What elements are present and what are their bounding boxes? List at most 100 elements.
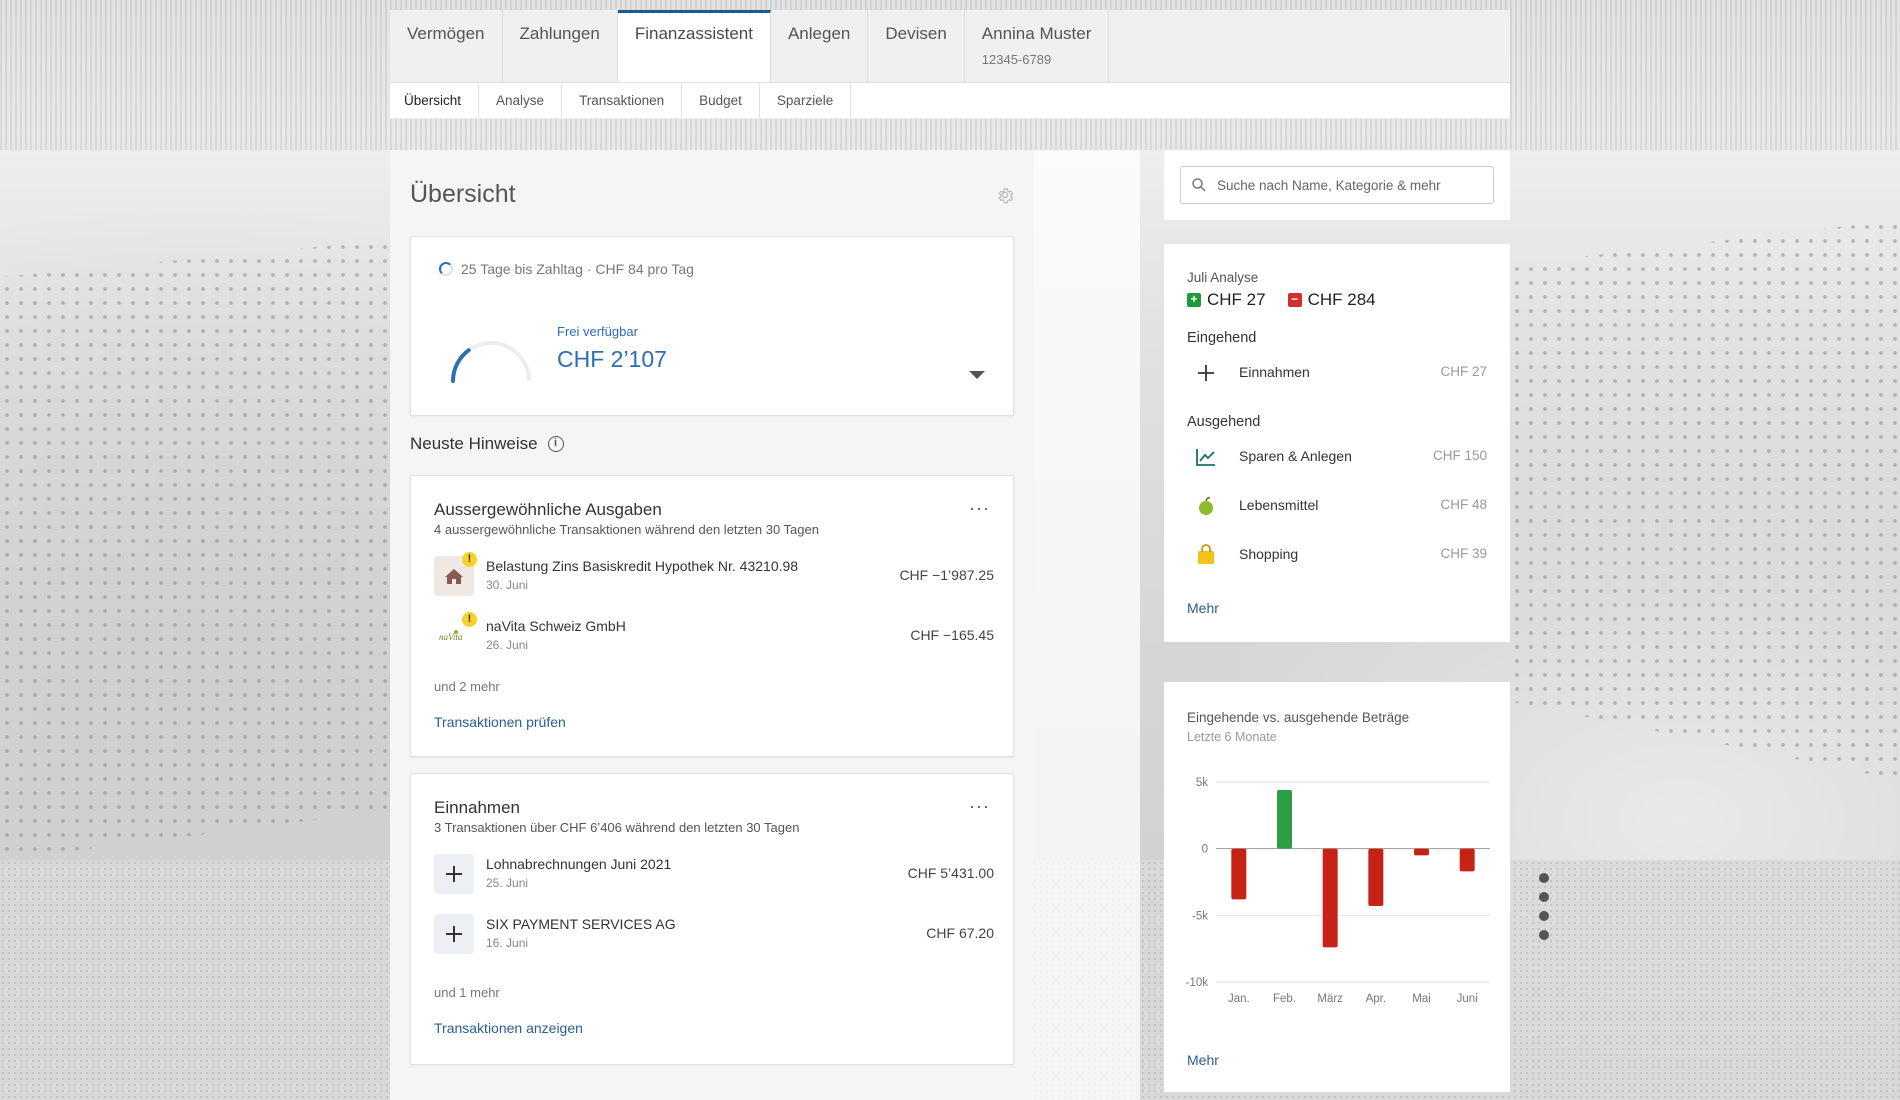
chevron-down-icon[interactable] — [969, 371, 985, 379]
transaction-amount: CHF −1’987.25 — [899, 567, 994, 583]
tab-label: Finanzassistent — [634, 24, 753, 43]
overview-panel: Übersicht 25 Tage bis Zahltag · CHF 84 p… — [390, 150, 1034, 1100]
hints-heading: Neuste Hinweise i — [410, 434, 564, 454]
transaction-date: 25. Juni — [486, 876, 529, 890]
more-options-icon[interactable]: ··· — [969, 796, 990, 817]
plus-icon — [1198, 365, 1214, 381]
search-icon — [1192, 178, 1206, 192]
outgoing-heading: Ausgehend — [1187, 414, 1261, 430]
chart-title: Eingehende vs. ausgehende Beträge — [1187, 710, 1410, 725]
subtab-uebersicht[interactable]: Übersicht — [390, 83, 480, 118]
house-icon: ! — [434, 552, 477, 596]
search-box — [1180, 166, 1494, 204]
sub-nav: Übersicht Analyse Transaktionen Budget S… — [390, 83, 1510, 119]
subtab-sparziele[interactable]: Sparziele — [760, 83, 852, 118]
category-amount: CHF 39 — [1440, 546, 1487, 561]
gauge-track — [451, 341, 531, 382]
in-vs-out-chart-card: Eingehende vs. ausgehende Beträge Letzte… — [1164, 682, 1510, 1092]
background-wall-right — [1510, 220, 1900, 780]
transaction-name: Belastung Zins Basiskredit Hypothek Nr. … — [486, 558, 799, 574]
analysis-more-link[interactable]: Mehr — [1187, 600, 1219, 616]
category-row-lebensmittel[interactable]: Lebensmittel CHF 48 — [1187, 489, 1487, 521]
payday-card: 25 Tage bis Zahltag · CHF 84 pro Tag Fre… — [410, 236, 1014, 416]
page-dot[interactable] — [1539, 873, 1549, 883]
bar-Jan.[interactable] — [1231, 848, 1247, 900]
bar-chart: 5k 0 -5k -10k Jan. Feb. März Apr. Mai Juni — [1186, 777, 1490, 1005]
tab-zahlungen[interactable]: Zahlungen — [503, 10, 618, 82]
y-tick-label: 5k — [1196, 777, 1208, 789]
tab-finanzassistent[interactable]: Finanzassistent — [617, 10, 771, 82]
subtab-transaktionen[interactable]: Transaktionen — [562, 83, 683, 118]
panel-backdrop — [1034, 150, 1140, 1100]
transaction-row[interactable]: ! Belastung Zins Basiskredit Hypothek Nr… — [434, 552, 994, 598]
incoming-total: CHF 27 — [1207, 290, 1266, 309]
chart-more-link[interactable]: Mehr — [1187, 1052, 1219, 1068]
info-icon[interactable]: i — [547, 436, 564, 452]
subtab-budget[interactable]: Budget — [682, 83, 760, 118]
navita-logo: naVita ! — [434, 612, 477, 656]
subtab-analyse[interactable]: Analyse — [479, 83, 563, 118]
more-options-icon[interactable]: ··· — [969, 498, 990, 519]
card-title: Aussergewöhnliche Ausgaben — [434, 500, 662, 519]
tab-label: Devisen — [885, 24, 947, 43]
category-name: Einnahmen — [1239, 364, 1310, 380]
gear-icon[interactable] — [996, 186, 1014, 204]
category-row-sparen[interactable]: Sparen & Anlegen CHF 150 — [1187, 440, 1487, 472]
bar-Juni[interactable] — [1459, 848, 1475, 872]
bar-März[interactable] — [1322, 848, 1338, 948]
page-dot[interactable] — [1539, 911, 1549, 921]
plus-icon — [434, 914, 474, 954]
review-transactions-link[interactable]: Transaktionen prüfen — [434, 714, 566, 730]
incoming-heading: Eingehend — [1187, 330, 1257, 346]
outgoing-total: CHF 284 — [1307, 290, 1376, 309]
free-available-amount: CHF 2’107 — [557, 346, 667, 372]
svg-text:naVita: naVita — [439, 632, 463, 642]
tab-user-account[interactable]: Annina Muster 12345-6789 — [965, 10, 1110, 82]
y-tick-label: -10k — [1186, 977, 1209, 989]
category-row-shopping[interactable]: Shopping CHF 39 — [1187, 538, 1487, 570]
shopping-bag-icon — [1198, 544, 1214, 564]
tab-devisen[interactable]: Devisen — [868, 10, 965, 82]
transaction-row[interactable]: SIX PAYMENT SERVICES AG 16. Juni CHF 67.… — [434, 914, 994, 956]
account-number: 12345-6789 — [981, 52, 1052, 67]
tab-label: Vermögen — [407, 24, 485, 43]
card-subtitle: 4 aussergewöhnliche Transaktionen währen… — [434, 522, 819, 537]
page-dot[interactable] — [1539, 892, 1549, 902]
x-tick-label: Juni — [1457, 993, 1478, 1005]
available-gauge — [451, 341, 531, 383]
transaction-row[interactable]: naVita ! naVita Schweiz GmbH 26. Juni CH… — [434, 612, 994, 658]
unusual-expenses-card: Aussergewöhnliche Ausgaben 4 aussergewöh… — [410, 475, 1014, 757]
category-name: Shopping — [1239, 546, 1299, 562]
bar-Mai[interactable] — [1414, 848, 1429, 856]
show-transactions-link[interactable]: Transaktionen anzeigen — [434, 1020, 583, 1036]
tab-vermoegen[interactable]: Vermögen — [390, 10, 503, 82]
background-wall-left — [0, 240, 390, 860]
tab-anlegen[interactable]: Anlegen — [771, 10, 869, 82]
search-card — [1164, 150, 1510, 220]
income-card: Einnahmen 3 Transaktionen über CHF 6’406… — [410, 773, 1014, 1065]
chart-subtitle: Letzte 6 Monate — [1187, 730, 1277, 744]
transaction-amount: CHF −165.45 — [910, 627, 994, 643]
search-input[interactable] — [1217, 167, 1487, 203]
transaction-name: Lohnabrechnungen Juni 2021 — [486, 856, 672, 872]
free-available-label: Frei verfügbar — [557, 324, 638, 339]
warning-icon: ! — [462, 612, 477, 627]
analysis-title: Juli Analyse — [1187, 270, 1259, 285]
category-amount: CHF 150 — [1432, 448, 1487, 463]
bar-Apr.[interactable] — [1368, 848, 1384, 906]
x-tick-label: Mai — [1412, 993, 1431, 1005]
category-amount: CHF 48 — [1440, 497, 1487, 512]
hints-title: Neuste Hinweise — [410, 434, 538, 453]
page-dot[interactable] — [1539, 930, 1549, 940]
analysis-summary: + CHF 27 − CHF 284 — [1187, 290, 1376, 310]
transaction-row[interactable]: Lohnabrechnungen Juni 2021 25. Juni CHF … — [434, 854, 994, 896]
plus-icon — [434, 854, 474, 894]
category-row-einnahmen[interactable]: Einnahmen CHF 27 — [1187, 356, 1487, 388]
transaction-date: 26. Juni — [486, 638, 529, 652]
user-name: Annina Muster — [981, 24, 1092, 43]
bar-Feb.[interactable] — [1277, 790, 1292, 849]
transaction-amount: CHF 5’431.00 — [907, 865, 994, 881]
main-nav: Vermögen Zahlungen Finanzassistent Anleg… — [390, 10, 1510, 83]
x-tick-label: März — [1317, 993, 1343, 1005]
plus-icon: + — [1187, 293, 1201, 307]
